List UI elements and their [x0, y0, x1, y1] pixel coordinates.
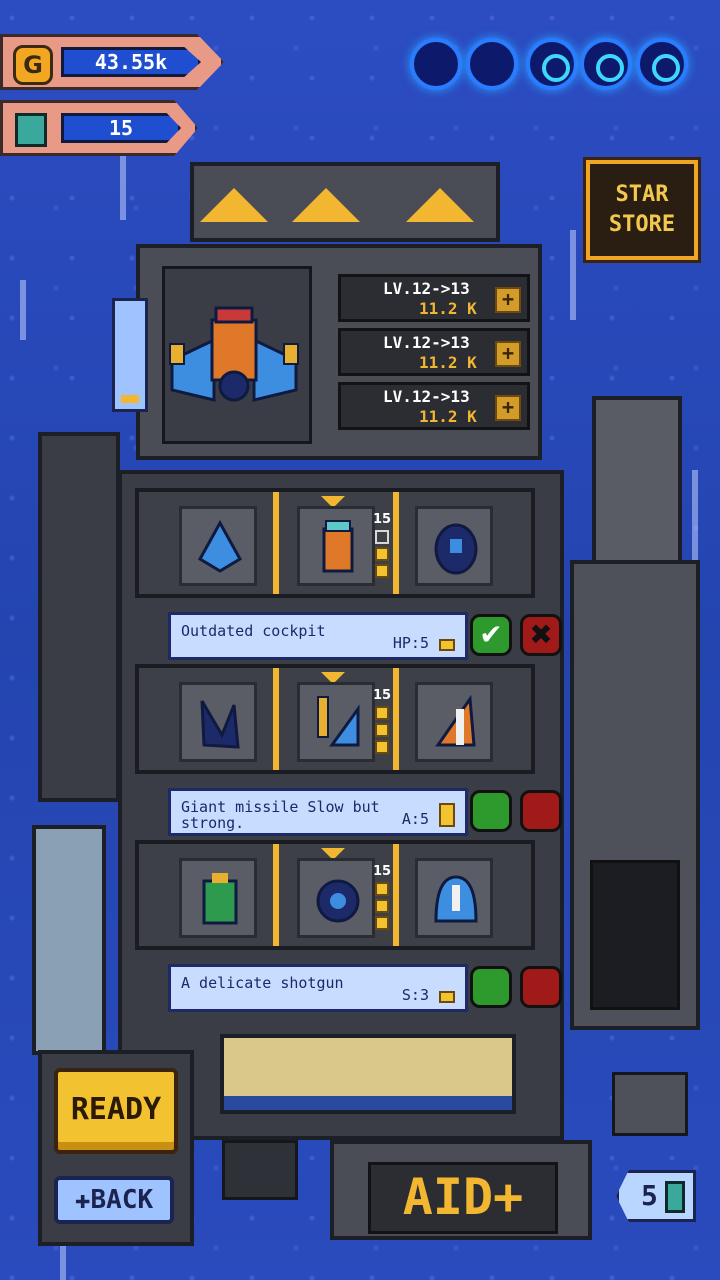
part-option-right[interactable] [415, 858, 493, 938]
charge-orb-lit [580, 38, 632, 90]
navy-pod-part-icon [434, 523, 478, 575]
part-count: 15 [373, 688, 392, 703]
background-streak [570, 230, 576, 320]
charge-orb-lit [636, 38, 688, 90]
warning-triangle [200, 188, 268, 222]
background-streak [20, 280, 26, 340]
star-store-label-1: STAR [615, 182, 669, 207]
cancel-button[interactable] [520, 790, 562, 832]
upgrade-slot: LV.12->13 11.2 K + [338, 274, 530, 322]
part-description: Outdated cockpit HP:5 [168, 612, 468, 660]
navy-wing-part-icon [200, 700, 240, 749]
energy-value: 15 [61, 113, 181, 143]
part-row-cockpit: 15 [135, 488, 535, 598]
warning-triangle [406, 188, 474, 222]
warning-triangle [292, 188, 360, 222]
upgrade-plus-button[interactable]: + [495, 287, 521, 313]
blue-helmet-part-icon [434, 875, 478, 923]
part-description-text: Giant missile Slow but strong. [181, 798, 380, 832]
upgrade-cost: 11.2 K [419, 353, 477, 372]
upgrade-plus-button[interactable]: + [495, 341, 521, 367]
part-stat: A:5 [401, 810, 429, 828]
machine-foot [222, 1140, 298, 1200]
part-level-pips: 15 [373, 864, 393, 930]
part-description-text: Outdated cockpit [181, 622, 326, 640]
check-icon: ✔ [479, 618, 503, 651]
aid-count-badge: 5 [616, 1170, 696, 1222]
part-level-pips: 15 [373, 688, 393, 754]
confirm-button[interactable]: ✔ [470, 614, 512, 656]
ready-button[interactable]: READY [54, 1068, 178, 1154]
aid-panel: AID+ [330, 1140, 592, 1240]
left-vent-panel [32, 825, 106, 1055]
confirm-button[interactable] [470, 790, 512, 832]
part-option-left[interactable] [179, 858, 257, 938]
part-option-center[interactable] [297, 506, 375, 586]
charge-orb-empty [410, 38, 462, 90]
part-tag-icon [439, 803, 455, 827]
missile-wing-part-icon [317, 696, 360, 747]
upgrade-cost: 11.2 K [419, 407, 477, 426]
gold-coin-icon: G [13, 45, 53, 85]
gold-value: 43.55k [61, 47, 201, 77]
part-description: A delicate shotgun S:3 [168, 964, 468, 1012]
aid-button[interactable]: AID+ [368, 1162, 558, 1234]
aid-count-value: 5 [641, 1179, 658, 1212]
charge-orb-empty [466, 38, 518, 90]
part-option-right[interactable] [415, 506, 493, 586]
engine-top [592, 396, 682, 566]
shotgun-part-icon [316, 879, 360, 923]
cancel-button[interactable] [520, 966, 562, 1008]
green-tank-part-icon [202, 873, 238, 925]
orange-fin-part-icon [435, 695, 476, 747]
blue-fighter-part-icon [197, 519, 243, 573]
part-description-text: A delicate shotgun [181, 974, 344, 992]
charge-orb-lit [526, 38, 578, 90]
upgrade-slot: LV.12->13 11.2 K + [338, 328, 530, 376]
part-stat: HP:5 [392, 634, 429, 652]
upgrade-level: LV.12->13 [383, 279, 470, 298]
player-ship-icon [169, 306, 299, 402]
part-option-left[interactable] [179, 506, 257, 586]
part-count: 15 [373, 864, 392, 879]
close-icon: ✖ [529, 618, 553, 651]
output-screen [220, 1034, 516, 1114]
star-store-label-2: STORE [608, 212, 676, 237]
gold-counter: G 43.55k [0, 34, 224, 90]
upgrade-level: LV.12->13 [383, 387, 470, 406]
part-row-missile: 15 [135, 664, 535, 774]
energy-cell-icon [15, 113, 47, 147]
part-description: Giant missile Slow but strong. A:5 [168, 788, 468, 836]
orange-cockpit-part-icon [322, 520, 354, 573]
part-option-center[interactable] [297, 682, 375, 762]
upgrade-slot: LV.12->13 11.2 K + [338, 382, 530, 430]
part-level-pips: 15 [373, 512, 393, 578]
upgrade-level: LV.12->13 [383, 333, 470, 352]
engine-vent [590, 860, 680, 1010]
engine-nozzle [612, 1072, 688, 1136]
part-stat: S:3 [401, 986, 429, 1004]
background-streak [60, 1240, 66, 1280]
part-option-center[interactable] [297, 858, 375, 938]
energy-counter: 15 [0, 100, 198, 156]
star-store-button[interactable]: STAR STORE [586, 160, 698, 260]
upgrade-cost: 11.2 K [419, 299, 477, 318]
confirm-button[interactable] [470, 966, 512, 1008]
power-gauge [112, 298, 148, 412]
part-tag-icon [439, 639, 455, 651]
cancel-button[interactable]: ✖ [520, 614, 562, 656]
energy-cell-icon [665, 1181, 685, 1213]
part-count: 15 [373, 512, 392, 527]
part-row-shotgun: 15 [135, 840, 535, 950]
part-option-left[interactable] [179, 682, 257, 762]
part-tag-icon [439, 991, 455, 1003]
part-option-right[interactable] [415, 682, 493, 762]
upgrade-plus-button[interactable]: + [495, 395, 521, 421]
back-button[interactable]: ✚BACK [54, 1176, 174, 1224]
left-side-panel [38, 432, 120, 802]
